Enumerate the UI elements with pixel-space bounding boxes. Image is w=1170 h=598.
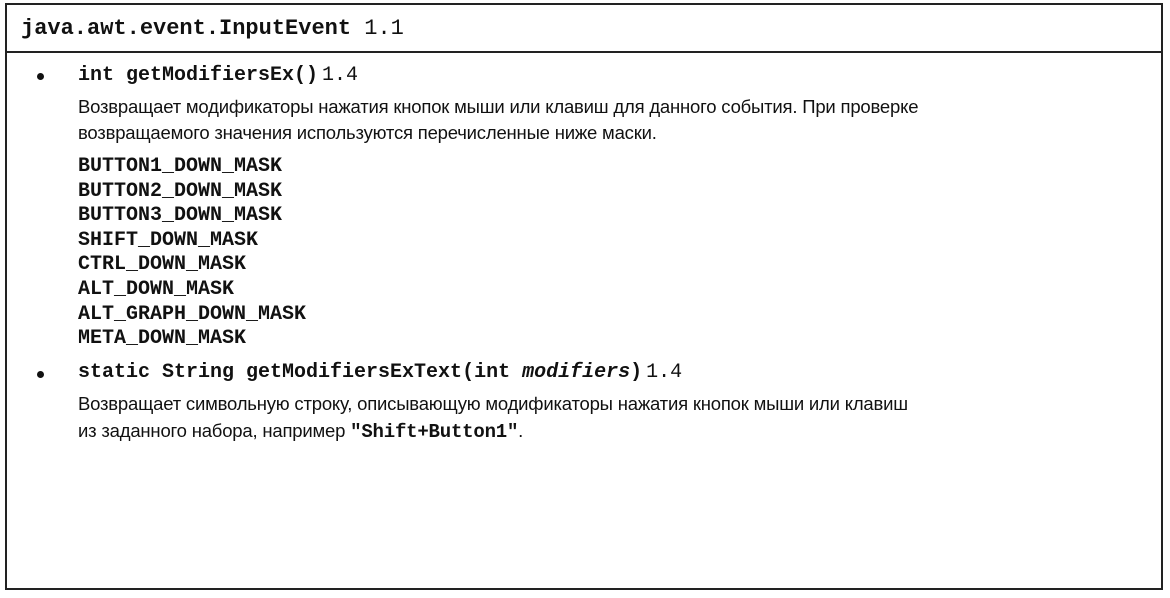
mask-item: ALT_GRAPH_DOWN_MASK xyxy=(78,302,307,326)
description-end: . xyxy=(518,420,524,441)
method-description: из заданного набора, например "Shift+But… xyxy=(78,420,523,443)
api-header: java.awt.event.InputEvent 1.1 xyxy=(7,5,1161,53)
method-description: возвращаемого значения используются пере… xyxy=(78,122,657,143)
class-title: java.awt.event.InputEvent 1.1 xyxy=(21,16,404,41)
description-text: из заданного набора, например xyxy=(78,420,351,441)
mask-item: BUTTON3_DOWN_MASK xyxy=(78,204,283,228)
method-version: 1.4 xyxy=(646,361,683,384)
method-signature: static String getModifiersExText(int mod… xyxy=(78,361,682,384)
api-box: java.awt.event.InputEvent 1.1 int getMod… xyxy=(5,3,1163,590)
mask-item: META_DOWN_MASK xyxy=(78,327,247,351)
mask-item: BUTTON2_DOWN_MASK xyxy=(78,179,283,203)
method-version: 1.4 xyxy=(322,64,359,87)
bullet-icon xyxy=(37,371,44,378)
class-version: 1.1 xyxy=(364,16,404,41)
method-description: Возвращает символьную строку, описывающу… xyxy=(78,393,908,414)
method-description: Возвращает модификаторы нажатия кнопок м… xyxy=(78,96,919,117)
class-name: java.awt.event.InputEvent xyxy=(21,16,352,41)
signature-text: static String getModifiersExText(int xyxy=(78,361,523,384)
signature-param: modifiers xyxy=(522,361,631,384)
signature-text: int getModifiersEx() xyxy=(78,64,319,87)
example-code: "Shift+Button1" xyxy=(350,421,519,443)
mask-item: BUTTON1_DOWN_MASK xyxy=(78,155,283,178)
mask-item: SHIFT_DOWN_MASK xyxy=(78,228,259,252)
mask-item: CTRL_DOWN_MASK xyxy=(78,253,247,277)
bullet-icon xyxy=(37,73,44,80)
mask-item: ALT_DOWN_MASK xyxy=(78,278,235,301)
method-signature: int getModifiersEx() 1.4 xyxy=(78,64,358,87)
signature-end: ) xyxy=(630,361,643,384)
